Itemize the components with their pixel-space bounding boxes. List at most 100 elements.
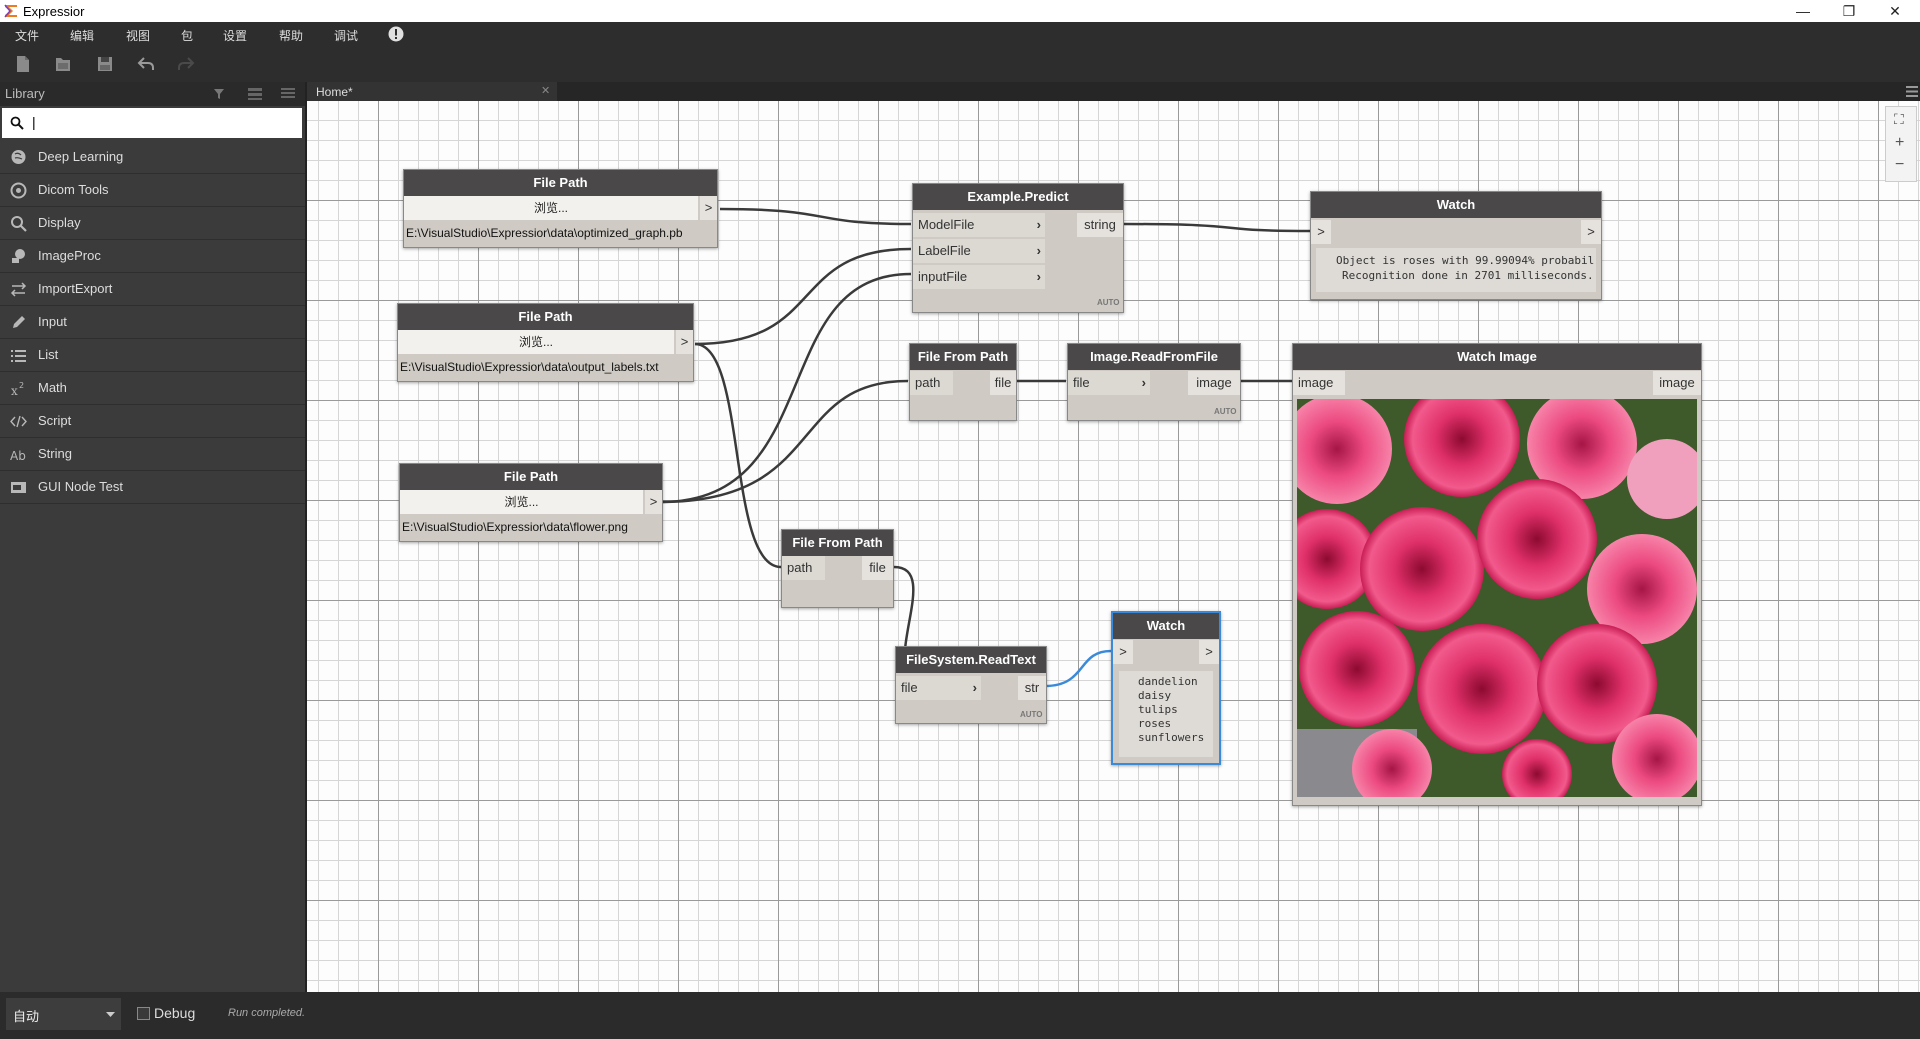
watch-node-result[interactable]: Watch > > Object is roses with 99.99094%… (1310, 191, 1602, 300)
input-port-labelfile[interactable]: LabelFile › (913, 239, 1045, 263)
menu-debug[interactable]: 调试 (334, 27, 358, 44)
run-mode-dropdown[interactable]: 自动 (6, 998, 121, 1030)
menu-settings[interactable]: 设置 (223, 27, 247, 44)
filesystem-readtext-node[interactable]: FileSystem.ReadText file › str AUTO (895, 646, 1047, 724)
menu-file[interactable]: 文件 (15, 27, 39, 44)
watch-line: Recognition done in 2701 milliseconds. (1342, 269, 1594, 282)
svg-text:x: x (11, 384, 18, 397)
library-item-math[interactable]: x2 Math (0, 372, 305, 405)
node-title: File Path (404, 170, 717, 196)
tab-close-icon[interactable]: ✕ (541, 84, 550, 97)
input-port-modelfile[interactable]: ModelFile › (913, 213, 1045, 237)
output-port-file[interactable]: file (990, 371, 1016, 395)
image-read-from-file-node[interactable]: Image.ReadFromFile file › image AUTO (1067, 343, 1241, 421)
list-view-icon[interactable] (281, 88, 295, 100)
hamburger-menu-icon[interactable] (1906, 86, 1918, 97)
port-label: inputFile (918, 269, 968, 284)
browse-button[interactable]: 浏览... (398, 330, 674, 354)
input-port-file[interactable]: file › (896, 676, 981, 700)
file-from-path-node-2[interactable]: File From Path path file (781, 529, 894, 608)
output-port-str[interactable]: str (1018, 676, 1046, 700)
input-port-file[interactable]: file › (1068, 371, 1150, 395)
library-item-imageproc[interactable]: ImageProc (0, 240, 305, 273)
code-icon (10, 415, 27, 428)
watch-output: Object is roses with 99.99094% probabil … (1316, 248, 1596, 292)
file-path-node-3[interactable]: File Path 浏览... > E:\VisualStudio\Expres… (399, 463, 663, 542)
menu-view[interactable]: 视图 (126, 27, 150, 44)
watch-line: Object is roses with 99.99094% probabil (1336, 254, 1595, 267)
library-item-deep-learning[interactable]: Deep Learning (0, 141, 305, 174)
file-path-node-2[interactable]: File Path 浏览... > E:\VisualStudio\Expres… (397, 303, 694, 382)
close-window-button[interactable]: ✕ (1872, 1, 1918, 21)
zoom-in-icon[interactable]: + (1895, 134, 1904, 152)
layout-icon[interactable] (248, 88, 262, 100)
tab-home[interactable]: Home* ✕ (307, 82, 557, 101)
new-file-icon[interactable] (13, 54, 33, 74)
library-panel: Library | Deep Learning Dicom Tools Disp… (0, 82, 305, 992)
menu-edit[interactable]: 编辑 (70, 27, 94, 44)
watch-image-node[interactable]: Watch Image image image (1292, 343, 1702, 806)
input-port-path[interactable]: path (782, 556, 825, 580)
brain-icon (11, 150, 26, 164)
file-path-node-1[interactable]: File Path 浏览... > E:\VisualStudio\Expres… (403, 169, 718, 248)
output-port-string[interactable]: string (1077, 213, 1123, 237)
example-predict-node[interactable]: Example.Predict ModelFile › LabelFile › in… (912, 183, 1124, 313)
undo-icon[interactable] (136, 54, 156, 74)
library-item-label: Math (38, 380, 67, 395)
watch-line: daisy (1138, 689, 1172, 702)
browse-button[interactable]: 浏览... (404, 196, 698, 220)
library-item-input[interactable]: Input (0, 306, 305, 339)
file-from-path-node-1[interactable]: File From Path path file (909, 343, 1017, 421)
info-circle-icon[interactable] (388, 26, 404, 42)
port-label: file (1073, 375, 1090, 390)
output-port-image[interactable]: image (1188, 371, 1240, 395)
minimize-button[interactable]: — (1780, 1, 1826, 21)
graph-canvas[interactable]: File Path 浏览... > E:\VisualStudio\Expres… (307, 101, 1920, 992)
library-item-label: ImportExport (38, 281, 113, 296)
wire-fp3-to-inputfile (660, 272, 912, 504)
node-title: File Path (400, 464, 662, 490)
library-item-gui-node-test[interactable]: GUI Node Test (0, 471, 305, 504)
library-item-string[interactable]: Ab String (0, 438, 305, 471)
library-item-importexport[interactable]: ImportExport (0, 273, 305, 306)
library-item-list[interactable]: List (0, 339, 305, 372)
pencil-icon (13, 316, 25, 328)
library-item-display[interactable]: Display (0, 207, 305, 240)
output-port-image[interactable]: image (1653, 371, 1701, 395)
fit-view-icon[interactable]: ⛶ (1894, 111, 1904, 128)
save-icon[interactable] (95, 54, 115, 74)
wire-readtext-to-watch2 (1044, 649, 1112, 688)
library-search-field[interactable]: | (2, 108, 302, 138)
library-item-script[interactable]: Script (0, 405, 305, 438)
input-port[interactable]: > (1113, 640, 1133, 664)
library-title: Library (5, 86, 45, 101)
open-file-icon[interactable] (53, 54, 73, 74)
library-item-label: ImageProc (38, 248, 101, 263)
node-title: Watch (1311, 192, 1601, 218)
output-port[interactable]: > (676, 330, 693, 354)
chevron-right-icon: › (1036, 243, 1041, 258)
input-port[interactable]: > (1311, 220, 1331, 244)
disc-icon (10, 182, 27, 199)
output-port-file[interactable]: file (862, 556, 893, 580)
auto-badge: AUTO (1214, 407, 1237, 416)
library-search-input[interactable]: | (32, 114, 36, 130)
menu-help[interactable]: 帮助 (279, 27, 303, 44)
watch-node-labels[interactable]: Watch > > dandelion daisy tulips roses s… (1111, 611, 1221, 765)
output-port[interactable]: > (700, 196, 717, 220)
debug-checkbox[interactable] (137, 1007, 150, 1020)
library-item-dicom-tools[interactable]: Dicom Tools (0, 174, 305, 207)
output-port[interactable]: > (1581, 220, 1601, 244)
input-port-image[interactable]: image (1293, 371, 1345, 395)
redo-icon[interactable] (176, 54, 196, 74)
input-port-inputfile[interactable]: inputFile › (913, 265, 1045, 289)
list-icon (11, 350, 26, 362)
menu-packages[interactable]: 包 (181, 27, 193, 44)
output-port[interactable]: > (645, 490, 662, 514)
output-port[interactable]: > (1199, 640, 1219, 664)
input-port-path[interactable]: path (910, 371, 953, 395)
filter-icon[interactable] (213, 88, 225, 100)
restore-button[interactable]: ❐ (1826, 1, 1872, 21)
browse-button[interactable]: 浏览... (400, 490, 643, 514)
zoom-out-icon[interactable]: − (1895, 156, 1904, 174)
